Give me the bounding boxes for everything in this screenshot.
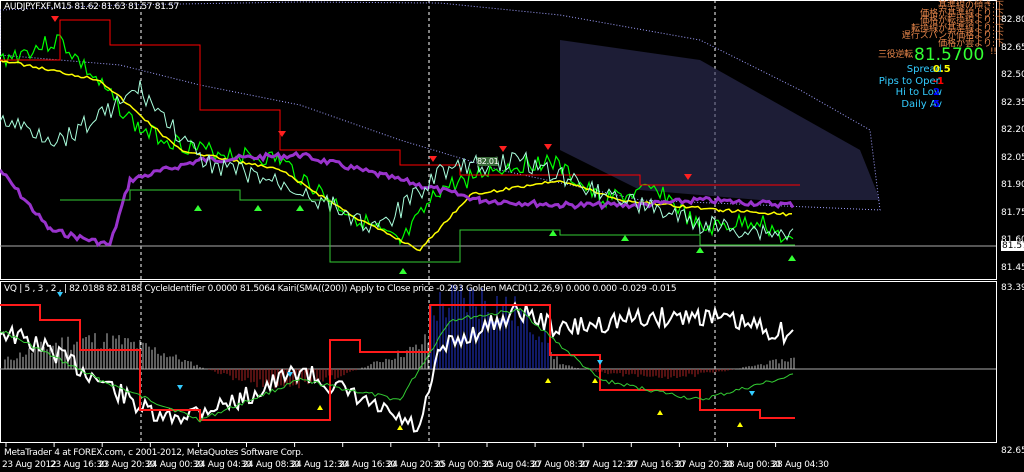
- time-tick: 28 Aug 04:30: [771, 460, 829, 470]
- time-tick: 23 Aug 2012: [2, 460, 57, 470]
- sell-arrow-icon: [278, 131, 286, 137]
- main-pane-frame: [0, 0, 997, 280]
- cloud-fill: [560, 40, 880, 200]
- buy-arrow-icon: [788, 255, 796, 261]
- price-tick: 81.45: [1001, 262, 1024, 273]
- sub-legend: VQ | 5 , 3 , 2 , | 82.0188 82.8188 Cycle…: [4, 284, 677, 294]
- price-tick: 82.80: [1001, 15, 1024, 25]
- buy-arrow-icon: [194, 205, 202, 211]
- sell-arrow-icon: [429, 156, 437, 162]
- price-tick: 81.75: [1001, 207, 1024, 218]
- sub-axis-top: 83.3935: [1001, 283, 1024, 293]
- cyan-down-arrow-icon: [749, 391, 755, 396]
- current-price-big: 81.5700: [914, 45, 985, 65]
- cyan-down-arrow-icon: [597, 360, 603, 365]
- price-tick: 82.20: [1001, 125, 1024, 135]
- buy-arrow-icon: [296, 205, 304, 211]
- stat-value: 5: [933, 98, 940, 110]
- sell-arrow-icon: [499, 146, 507, 152]
- copyright: MetaTrader 4 at FOREX.com, c 2001-2012, …: [4, 448, 304, 458]
- chart-canvas[interactable]: [0, 0, 1024, 472]
- yellow-up-arrow-icon: [657, 410, 663, 415]
- chart-title: AUDJPYFXF,M15 81.62 81.63 81.57 81.57: [4, 2, 180, 12]
- sell-arrow-icon: [51, 16, 59, 22]
- price-tick: 82.50: [1001, 70, 1024, 80]
- yellow-up-arrow-icon: [545, 378, 551, 383]
- price-tick: 82.05: [1001, 152, 1024, 163]
- sanyaku-label: 三役逆転: [878, 50, 913, 60]
- yellow-up-arrow-icon: [317, 405, 323, 410]
- current-price-tag: 81.57: [1001, 241, 1024, 251]
- line-label: 82.01: [477, 157, 499, 166]
- buy-arrow-icon: [621, 235, 629, 241]
- sub-axis-bottom: 82.6578: [1001, 446, 1024, 456]
- yellow-up-arrow-icon: [397, 425, 403, 430]
- stat-value: -1: [933, 75, 945, 87]
- sanyaku-tail: !!: [990, 47, 997, 57]
- buy-arrow-icon: [696, 247, 704, 253]
- price-tick: 81.90: [1001, 180, 1024, 190]
- buy-arrow-icon: [399, 268, 407, 274]
- sell-arrow-icon: [544, 144, 552, 150]
- buy-arrow-icon: [549, 230, 557, 236]
- stat-value: 0.5: [933, 64, 951, 75]
- yellow-up-arrow-icon: [592, 378, 598, 383]
- cyan-down-arrow-icon: [177, 385, 183, 390]
- price-tick: 82.65: [1001, 42, 1024, 53]
- price-tick: 82.35: [1001, 97, 1024, 108]
- buy-arrow-icon: [254, 205, 262, 211]
- stat-value: 2: [933, 87, 940, 98]
- yellow-up-arrow-icon: [737, 422, 743, 427]
